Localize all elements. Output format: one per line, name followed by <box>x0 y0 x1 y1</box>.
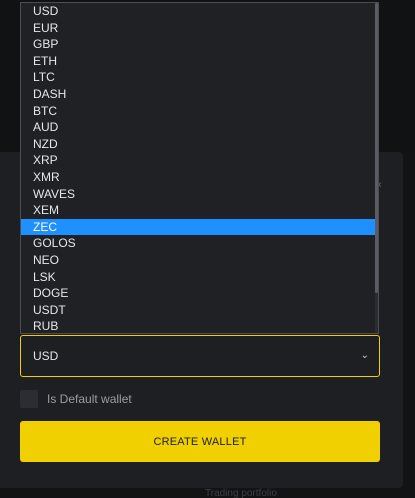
currency-option-rub[interactable]: RUB <box>21 318 377 333</box>
currency-option-zec[interactable]: ZEC <box>21 218 377 236</box>
currency-option-nzd[interactable]: NZD <box>21 136 377 153</box>
chevron-down-icon: ⌄ <box>360 350 369 361</box>
currency-option-neo[interactable]: NEO <box>21 252 377 269</box>
scrollbar-thumb[interactable] <box>375 3 378 293</box>
default-wallet-option[interactable]: Is Default wallet <box>20 390 220 408</box>
currency-option-eur[interactable]: EUR <box>21 20 377 37</box>
options-group: USD EUR GBP ETH LTC DASH BTC AUD NZD XRP XMR WAVES X… <box>21 3 377 333</box>
currency-option-ltc[interactable]: LTC <box>21 69 377 86</box>
currency-option-waves[interactable]: WAVES <box>21 186 377 203</box>
screen: × Trading portfolio USDEURGBPETHLTCDASHB… <box>0 0 415 498</box>
currency-options-list[interactable]: USD EUR GBP ETH LTC DASH BTC AUD NZD XRP XMR WAVES X… <box>20 2 379 334</box>
selected-currency: USD <box>33 349 59 363</box>
currency-option-btc[interactable]: BTC <box>21 103 377 120</box>
background-label: Trading portfolio <box>205 488 277 498</box>
currency-option-usdt[interactable]: USDT <box>21 302 377 319</box>
currency-option-dash[interactable]: DASH <box>21 86 377 103</box>
currency-option-xmr[interactable]: XMR <box>21 169 377 186</box>
list-scrollbar[interactable] <box>375 3 378 333</box>
currency-option-aud[interactable]: AUD <box>21 119 377 136</box>
currency-option-gbp[interactable]: GBP <box>21 36 377 53</box>
currency-option-xrp[interactable]: XRP <box>21 152 377 169</box>
currency-option-eth[interactable]: ETH <box>21 53 377 70</box>
default-wallet-label: Is Default wallet <box>47 392 132 406</box>
currency-option-lsk[interactable]: LSK <box>21 269 377 286</box>
currency-option-usd[interactable]: USD <box>21 3 377 20</box>
currency-option-xem[interactable]: XEM <box>21 202 377 219</box>
default-wallet-checkbox[interactable] <box>20 390 38 408</box>
currency-option-doge[interactable]: DOGE <box>21 285 377 302</box>
create-wallet-button[interactable]: CREATE WALLET <box>20 421 380 462</box>
currency-option-golos[interactable]: GOLOS <box>21 235 377 252</box>
currency-select[interactable]: USD ⌄ <box>20 335 380 377</box>
